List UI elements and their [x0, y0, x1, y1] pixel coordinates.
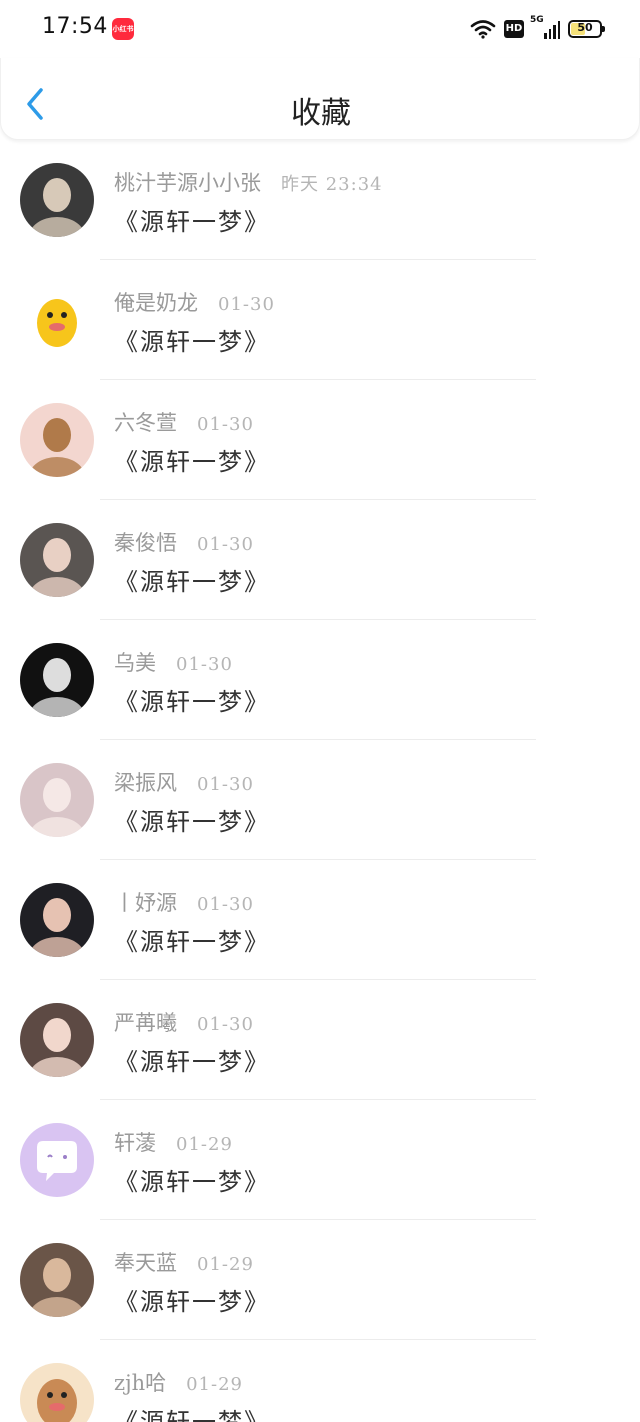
user-name[interactable]: 丨妤源 [114, 887, 177, 917]
list-item[interactable]: 奉天蓝 01-29 《源轩一梦》 [0, 1220, 640, 1340]
timestamp: 01-30 [197, 774, 254, 795]
status-icons: HD 5G 50 [470, 14, 605, 44]
header-bar: 收藏 [0, 58, 640, 140]
list-item[interactable]: 六冬萱 01-30 《源轩一梦》 [0, 380, 640, 500]
item-content[interactable]: 《源轩一梦》 [114, 442, 270, 477]
avatar-image [20, 1243, 94, 1317]
avatar[interactable] [20, 883, 94, 957]
list-item[interactable]: 乌美 01-30 《源轩一梦》 [0, 620, 640, 740]
avatar-image [20, 763, 94, 837]
item-content[interactable]: 《源轩一梦》 [114, 562, 270, 597]
avatar-image [20, 1123, 94, 1197]
page-title: 收藏 [291, 96, 351, 131]
timestamp: 01-29 [186, 1374, 243, 1395]
item-content[interactable]: 《源轩一梦》 [114, 1042, 270, 1077]
avatar-image [20, 283, 94, 357]
item-meta: 严苒曦 01-30 [114, 1007, 254, 1037]
avatar-image [20, 163, 94, 237]
timestamp: 01-29 [176, 1134, 233, 1155]
avatar-image [20, 643, 94, 717]
user-name[interactable]: 严苒曦 [114, 1007, 177, 1037]
user-name[interactable]: 乌美 [114, 647, 156, 677]
user-name[interactable]: 奉天蓝 [114, 1247, 177, 1277]
avatar[interactable] [20, 283, 94, 357]
item-meta: zjh哈 01-29 [114, 1367, 243, 1397]
timestamp: 01-30 [197, 894, 254, 915]
list-item[interactable]: 秦俊悟 01-30 《源轩一梦》 [0, 500, 640, 620]
avatar[interactable] [20, 523, 94, 597]
item-meta: 梁振风 01-30 [114, 767, 254, 797]
avatar[interactable] [20, 1243, 94, 1317]
item-meta: 轩蓤 01-29 [114, 1127, 233, 1157]
avatar-image [20, 1363, 94, 1422]
item-meta: 秦俊悟 01-30 [114, 527, 254, 557]
timestamp: 01-30 [176, 654, 233, 675]
item-meta: 奉天蓝 01-29 [114, 1247, 254, 1277]
user-name[interactable]: 梁振风 [114, 767, 177, 797]
avatar[interactable] [20, 1363, 94, 1422]
list-item[interactable]: 桃汁芋源小小张 昨天 23:34 《源轩一梦》 [0, 140, 640, 260]
avatar-image [20, 1003, 94, 1077]
item-meta: 桃汁芋源小小张 昨天 23:34 [114, 167, 383, 197]
user-name[interactable]: 秦俊悟 [114, 527, 177, 557]
list-item[interactable]: 梁振风 01-30 《源轩一梦》 [0, 740, 640, 860]
signal-icon: 5G [530, 15, 560, 39]
user-name[interactable]: 轩蓤 [114, 1127, 156, 1157]
timestamp: 01-30 [218, 294, 275, 315]
item-meta: 六冬萱 01-30 [114, 407, 254, 437]
item-meta: 俺是奶龙 01-30 [114, 287, 275, 317]
item-content[interactable]: 《源轩一梦》 [114, 802, 270, 837]
app-notification-icon: 小红书 [112, 18, 134, 40]
avatar-image [20, 883, 94, 957]
list-item[interactable]: 轩蓤 01-29 《源轩一梦》 [0, 1100, 640, 1220]
item-meta: 丨妤源 01-30 [114, 887, 254, 917]
item-content[interactable]: 《源轩一梦》 [114, 1282, 270, 1317]
user-name[interactable]: 六冬萱 [114, 407, 177, 437]
hd-icon: HD [504, 20, 524, 38]
battery-level: 50 [577, 21, 593, 34]
user-name[interactable]: zjh哈 [114, 1367, 166, 1397]
timestamp: 01-30 [197, 1014, 254, 1035]
list-item[interactable]: zjh哈 01-29 《源轩一梦》 [0, 1340, 640, 1422]
item-content[interactable]: 《源轩一梦》 [114, 922, 270, 957]
wifi-icon [470, 20, 496, 39]
user-name[interactable]: 桃汁芋源小小张 [114, 167, 261, 197]
status-bar: 17:54 小红书 HD 5G 50 [0, 0, 640, 58]
user-name[interactable]: 俺是奶龙 [114, 287, 198, 317]
battery-icon: 50 [568, 20, 605, 38]
avatar[interactable] [20, 403, 94, 477]
item-content[interactable]: 《源轩一梦》 [114, 682, 270, 717]
item-content[interactable]: 《源轩一梦》 [114, 202, 270, 237]
item-content[interactable]: 《源轩一梦》 [114, 1162, 270, 1197]
timestamp: 01-30 [197, 414, 254, 435]
status-time: 17:54 [42, 14, 108, 39]
item-content[interactable]: 《源轩一梦》 [114, 1402, 270, 1422]
timestamp: 01-29 [197, 1254, 254, 1275]
avatar[interactable] [20, 163, 94, 237]
list-item[interactable]: 严苒曦 01-30 《源轩一梦》 [0, 980, 640, 1100]
list-item[interactable]: 俺是奶龙 01-30 《源轩一梦》 [0, 260, 640, 380]
timestamp: 昨天 23:34 [281, 174, 383, 195]
avatar[interactable] [20, 1123, 94, 1197]
timestamp: 01-30 [197, 534, 254, 555]
network-type: 5G [530, 15, 544, 25]
avatar[interactable] [20, 763, 94, 837]
list-item[interactable]: 丨妤源 01-30 《源轩一梦》 [0, 860, 640, 980]
avatar-image [20, 523, 94, 597]
item-content[interactable]: 《源轩一梦》 [114, 322, 270, 357]
item-meta: 乌美 01-30 [114, 647, 233, 677]
avatar-image [20, 403, 94, 477]
avatar[interactable] [20, 1003, 94, 1077]
favorites-list: 桃汁芋源小小张 昨天 23:34 《源轩一梦》 俺是奶龙 01-30 《源轩一梦》 六冬萱 0… [0, 140, 640, 1422]
avatar[interactable] [20, 643, 94, 717]
